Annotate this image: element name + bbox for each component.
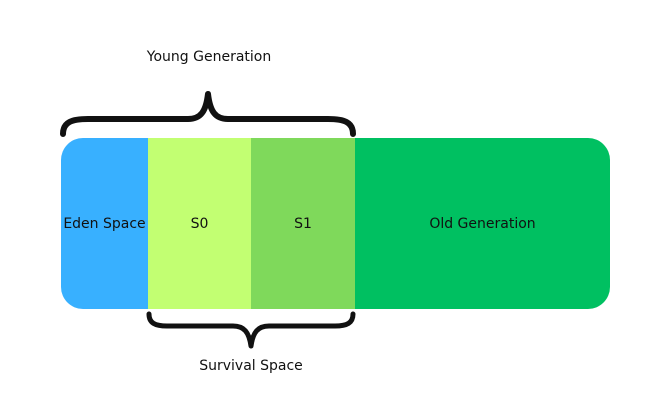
young-generation-label: Young Generation bbox=[146, 49, 272, 65]
survival-space-label: Survival Space bbox=[199, 358, 303, 374]
old-generation-segment: Old Generation bbox=[355, 138, 610, 309]
s1-segment: S1 bbox=[251, 138, 355, 309]
survival-space-brace bbox=[146, 311, 356, 349]
s1-label: S1 bbox=[294, 215, 312, 232]
s0-label: S0 bbox=[190, 215, 209, 232]
eden-space-label: Eden Space bbox=[63, 215, 146, 232]
heap-memory-bar: Eden Space S0 S1 Old Generation bbox=[61, 138, 610, 309]
s0-segment: S0 bbox=[148, 138, 251, 309]
old-generation-label: Old Generation bbox=[429, 215, 536, 232]
young-generation-brace bbox=[60, 91, 356, 137]
eden-space-segment: Eden Space bbox=[61, 138, 148, 309]
